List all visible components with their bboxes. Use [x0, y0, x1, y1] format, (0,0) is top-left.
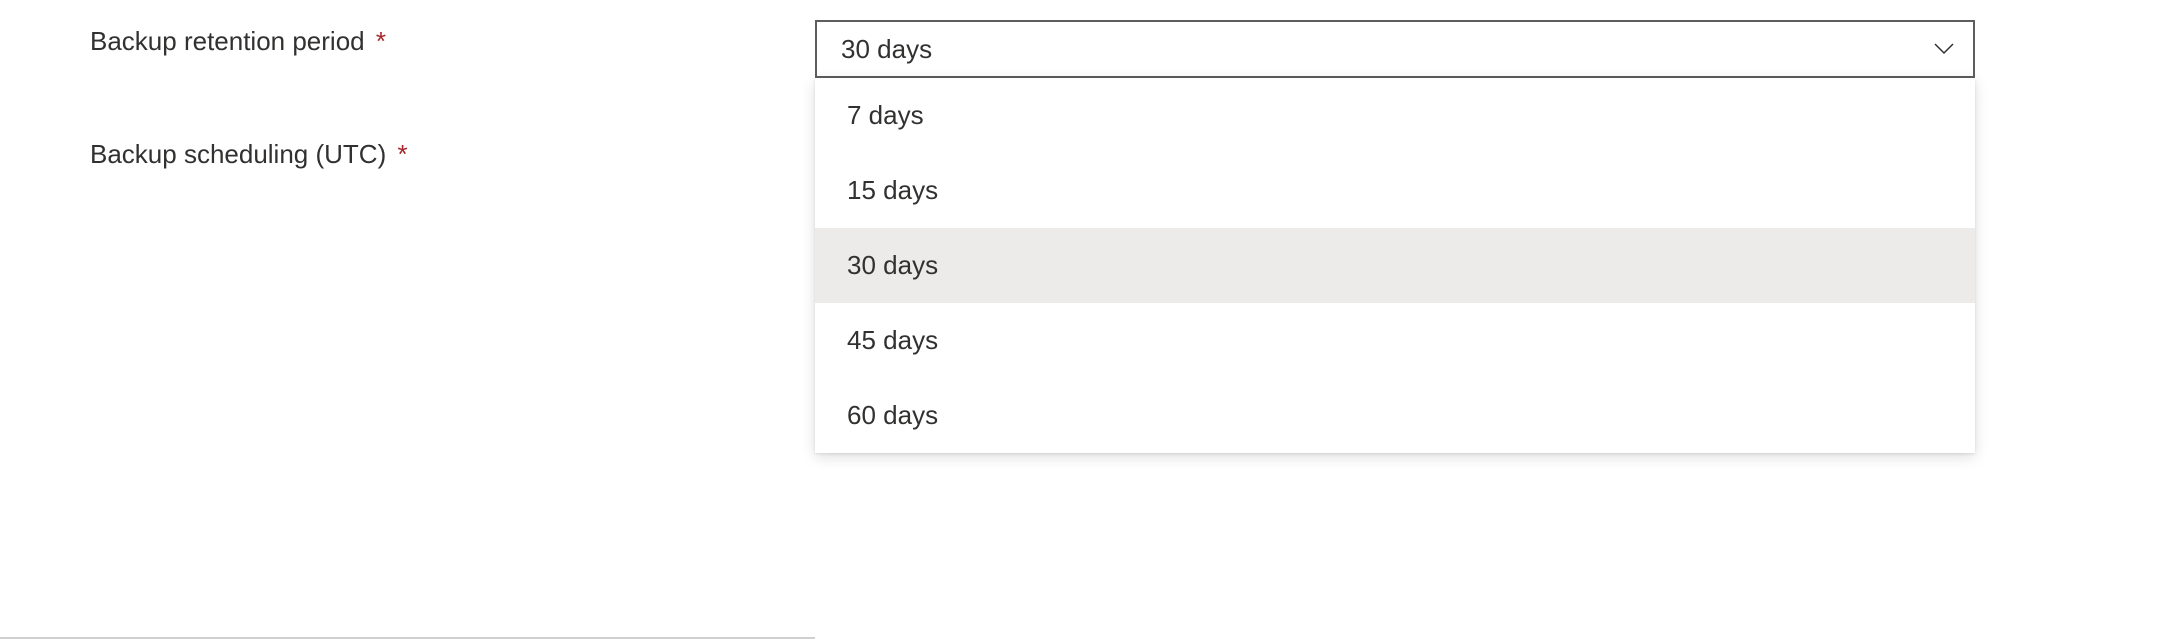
scheduling-label-text: Backup scheduling (UTC) — [90, 139, 386, 169]
form-row-retention: Backup retention period * 30 days 7 days… — [90, 20, 2079, 78]
retention-field: 30 days 7 days 15 days 30 days — [815, 20, 1975, 78]
required-asterisk-icon: * — [397, 139, 407, 169]
form-container: Backup retention period * 30 days 7 days… — [0, 0, 2169, 240]
retention-label-text: Backup retention period — [90, 26, 365, 56]
retention-option[interactable]: 15 days — [815, 153, 1975, 228]
retention-option-label: 30 days — [847, 250, 938, 281]
retention-label: Backup retention period * — [90, 20, 815, 57]
retention-select-value: 30 days — [841, 34, 932, 65]
retention-select[interactable]: 30 days — [815, 20, 1975, 78]
retention-option-label: 60 days — [847, 400, 938, 431]
retention-option[interactable]: 60 days — [815, 378, 1975, 453]
retention-option[interactable]: 7 days — [815, 78, 1975, 153]
required-asterisk-icon: * — [376, 26, 386, 56]
retention-option-label: 45 days — [847, 325, 938, 356]
retention-option-label: 7 days — [847, 100, 924, 131]
scheduling-label: Backup scheduling (UTC) * — [90, 133, 815, 170]
retention-option[interactable]: 30 days — [815, 228, 1975, 303]
chevron-down-icon — [1933, 38, 1955, 60]
retention-dropdown-listbox: 7 days 15 days 30 days 45 days 60 days — [815, 78, 1975, 453]
retention-option[interactable]: 45 days — [815, 303, 1975, 378]
retention-option-label: 15 days — [847, 175, 938, 206]
